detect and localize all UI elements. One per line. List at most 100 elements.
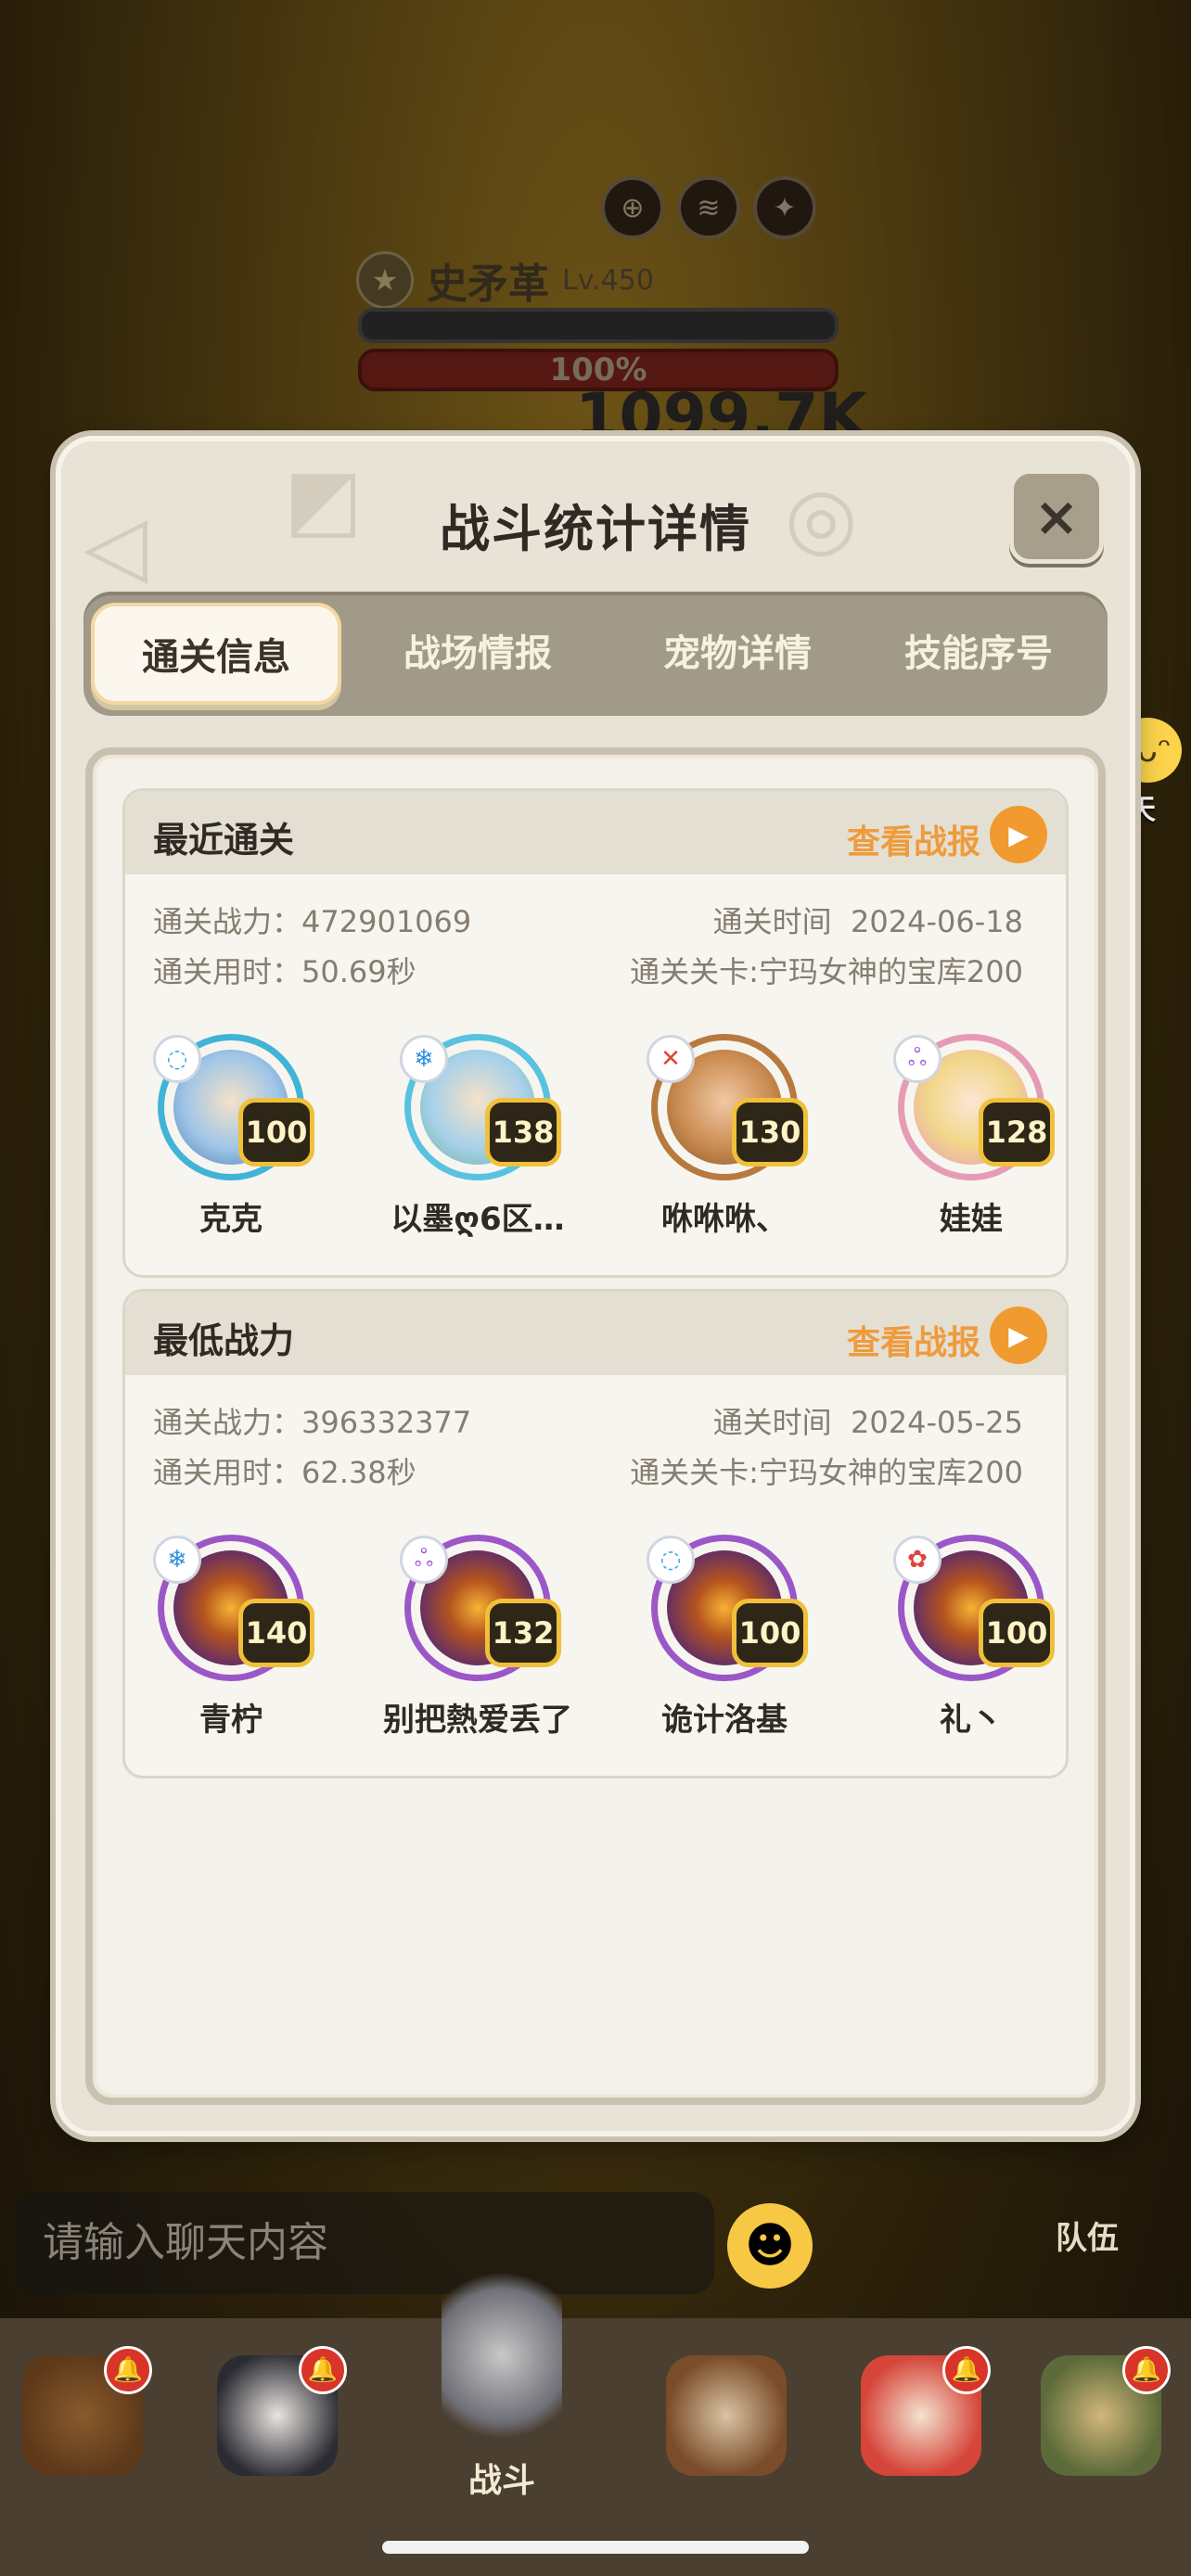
hero-card[interactable]: ஃ 132 别把熱爱丢了: [376, 1535, 580, 1740]
hero-avatar: ஃ 128: [893, 1034, 1055, 1180]
nav-item-elder[interactable]: [657, 2355, 796, 2513]
hero-card[interactable]: ◌ 100 诡计洛基: [622, 1535, 826, 1740]
clear-time-used: 通关用时：50.69秒: [153, 949, 416, 991]
clear-stage-value: 宁玛女神的宝库200: [758, 1455, 1023, 1490]
fire-element-icon: ✿: [893, 1536, 941, 1584]
hero-card[interactable]: ஃ 128 娃娃: [869, 1034, 1073, 1239]
hero-card[interactable]: ◌ 100 克克: [129, 1034, 333, 1239]
play-icon[interactable]: ▶: [990, 806, 1047, 863]
emoji-icon[interactable]: ☻: [727, 2203, 813, 2289]
bottom-nav: 🔔 🔔 战斗 🔔 🔔: [0, 2263, 1191, 2576]
clear-time-label: 通关用时：: [153, 954, 302, 989]
hero-card[interactable]: ✕ 130 咻咻咻、: [622, 1034, 826, 1239]
clear-date-label: 通关时间: [712, 904, 832, 939]
ice-element-icon: ❄: [400, 1035, 448, 1083]
hero-level-badge: 128: [979, 1098, 1055, 1167]
home-indicator[interactable]: [382, 2541, 809, 2554]
clear-power: 通关战力：396332377: [153, 1399, 471, 1442]
hero-level-badge: 100: [979, 1599, 1055, 1667]
dialog-title: 战斗统计详情: [440, 500, 751, 558]
clear-time-value: 50.69秒: [301, 954, 416, 989]
clear-power-value: 396332377: [301, 1405, 472, 1440]
clear-stage: 通关关卡:宁玛女神的宝库200: [630, 1449, 1023, 1492]
clear-stage-value: 宁玛女神的宝库200: [758, 954, 1023, 989]
hero-name: 青柠: [199, 1702, 263, 1739]
nav-item-shop[interactable]: 🔔: [852, 2346, 991, 2513]
battle-label: 战斗: [467, 2462, 535, 2500]
tab-pet-details[interactable]: 宠物详情: [612, 603, 863, 705]
close-icon: ×: [1033, 485, 1080, 548]
view-report-link[interactable]: 查看战报: [847, 1316, 980, 1364]
hero-avatar: ❄ 140: [153, 1535, 314, 1681]
clear-power-value: 472901069: [301, 904, 472, 939]
close-button[interactable]: ×: [1009, 469, 1104, 564]
hero-avatar: ◌ 100: [647, 1535, 808, 1681]
arcane-element-icon: ஃ: [893, 1035, 941, 1083]
nav-item-battle[interactable]: 战斗: [432, 2263, 571, 2500]
hero-card[interactable]: ❄ 138 以墨ღ6区…: [376, 1034, 580, 1239]
hero-card[interactable]: ✿ 100 礼丶: [869, 1535, 1073, 1740]
clear-stage: 通关关卡:宁玛女神的宝库200: [630, 949, 1023, 991]
hero-name: 别把熱爱丢了: [383, 1702, 572, 1739]
card-title: 最近通关: [153, 820, 295, 861]
card-header: 最低战力 查看战报 ▶: [125, 1292, 1066, 1375]
hero-avatar: ◌ 100: [153, 1034, 314, 1180]
hero-avatar: ❄ 138: [400, 1034, 561, 1180]
hero-name: 诡计洛基: [661, 1702, 788, 1739]
clear-time-used: 通关用时：62.38秒: [153, 1449, 416, 1492]
nav-item-hero[interactable]: 🔔: [208, 2346, 347, 2513]
chat-input[interactable]: 请输入聊天内容: [15, 2192, 714, 2294]
notification-bell-icon: 🔔: [104, 2346, 152, 2394]
tab-content-panel: 最近通关 查看战报 ▶ 通关战力：472901069 通关时间 2024-06-…: [85, 747, 1106, 2105]
clear-power-label: 通关战力：: [153, 1405, 302, 1440]
clear-date: 通关时间 2024-05-25: [713, 1399, 1023, 1442]
view-report-link[interactable]: 查看战报: [847, 815, 980, 863]
clear-date-value: 2024-06-18: [851, 904, 1023, 939]
hero-name: 娃娃: [940, 1201, 1003, 1238]
tab-skill-order[interactable]: 技能序号: [853, 603, 1104, 705]
clear-date-value: 2024-05-25: [851, 1405, 1023, 1440]
play-icon[interactable]: ▶: [990, 1307, 1047, 1364]
notification-bell-icon: 🔔: [299, 2346, 347, 2394]
lowest-power-card: 最低战力 查看战报 ▶ 通关战力：396332377 通关时间 2024-05-…: [122, 1289, 1069, 1779]
wind-element-icon: ◌: [647, 1536, 695, 1584]
nav-item-bear[interactable]: 🔔: [13, 2346, 152, 2513]
card-title: 最低战力: [153, 1320, 295, 1361]
team-button[interactable]: 队伍: [1056, 2213, 1119, 2258]
hero-avatar: ஃ 132: [400, 1535, 561, 1681]
hero-level-badge: 100: [238, 1098, 314, 1167]
sword-icon: [442, 2263, 562, 2448]
hero-avatar: ✕ 130: [647, 1034, 808, 1180]
hero-level-badge: 138: [485, 1098, 561, 1167]
recent-clear-card: 最近通关 查看战报 ▶ 通关战力：472901069 通关时间 2024-06-…: [122, 788, 1069, 1278]
elder-character-icon: [666, 2355, 787, 2476]
fire-element-icon: ✕: [647, 1035, 695, 1083]
tab-battlefield-intel[interactable]: 战场情报: [352, 603, 603, 705]
tab-clear-info[interactable]: 通关信息: [91, 603, 341, 705]
hero-lineup: ❄ 140 青柠 ஃ 132 别把熱爱丢了 ◌ 100 诡计洛基 ✿ 100 礼…: [125, 1535, 1066, 1748]
card-header: 最近通关 查看战报 ▶: [125, 791, 1066, 874]
hero-card[interactable]: ❄ 140 青柠: [129, 1535, 333, 1740]
clear-date-label: 通关时间: [712, 1405, 832, 1440]
ice-element-icon: ❄: [153, 1536, 201, 1584]
hero-level-badge: 132: [485, 1599, 561, 1667]
tab-bar: 通关信息 战场情报 宠物详情 技能序号: [83, 592, 1108, 716]
clear-power-label: 通关战力：: [153, 904, 302, 939]
clear-power: 通关战力：472901069: [153, 899, 471, 941]
clear-date: 通关时间 2024-06-18: [713, 899, 1023, 941]
hero-lineup: ◌ 100 克克 ❄ 138 以墨ღ6区… ✕ 130 咻咻咻、 ஃ 128 娃…: [125, 1034, 1066, 1247]
nav-item-guild[interactable]: 🔔: [1031, 2346, 1171, 2513]
wind-element-icon: ◌: [153, 1035, 201, 1083]
clear-stage-label: 通关关卡:: [630, 1455, 759, 1490]
hero-level-badge: 140: [238, 1599, 314, 1667]
hero-name: 克克: [199, 1201, 263, 1238]
clear-stage-label: 通关关卡:: [630, 954, 759, 989]
notification-bell-icon: 🔔: [1122, 2346, 1171, 2394]
hero-name: 以墨ღ6区…: [391, 1201, 565, 1238]
hero-avatar: ✿ 100: [893, 1535, 1055, 1681]
battle-stats-dialog: ◁ ◩ ◎ 战斗统计详情 × 通关信息 战场情报 宠物详情 技能序号 最近通关 …: [56, 436, 1135, 2136]
arcane-element-icon: ஃ: [400, 1536, 448, 1584]
hero-name: 礼丶: [940, 1702, 1003, 1739]
hero-name: 咻咻咻、: [661, 1201, 788, 1238]
hero-level-badge: 130: [732, 1098, 808, 1167]
